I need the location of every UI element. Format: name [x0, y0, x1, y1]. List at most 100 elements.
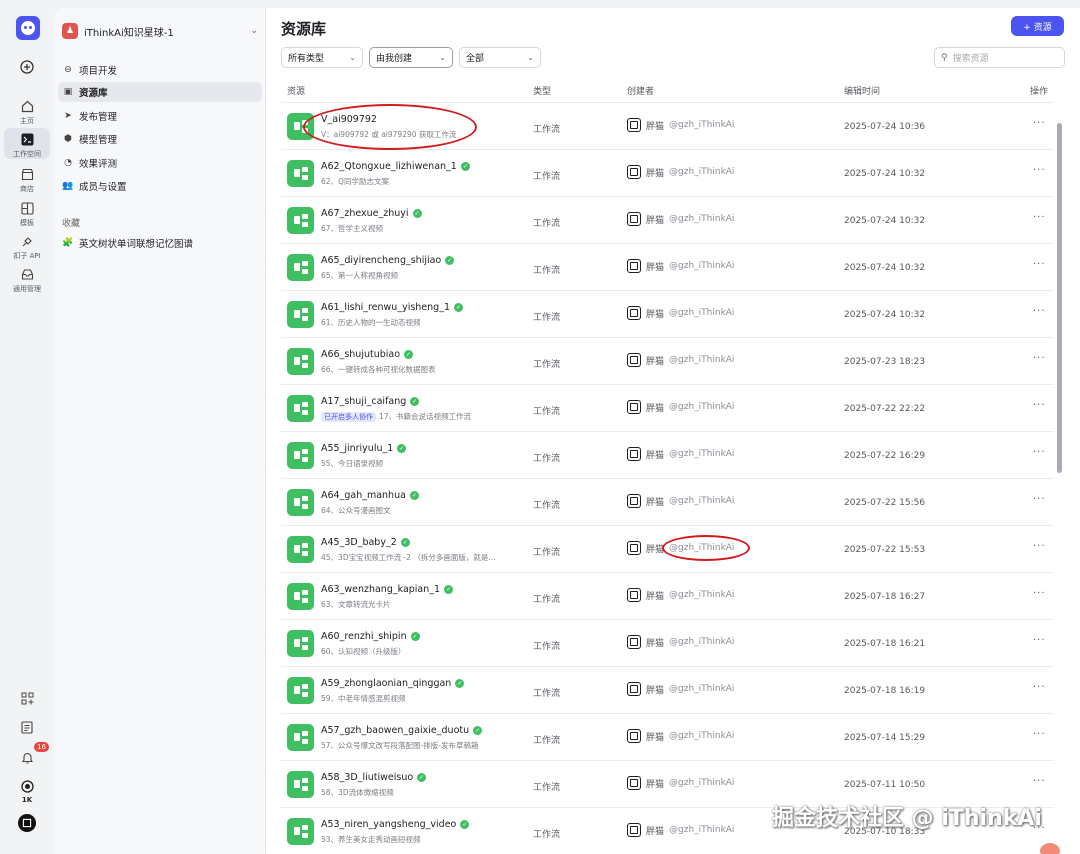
page-title: 资源库	[281, 20, 327, 38]
type-filter[interactable]: 所有类型 ⌄	[281, 47, 363, 68]
more-actions-icon[interactable]: ···	[1033, 306, 1046, 317]
rail-templates[interactable]: 模板	[4, 199, 50, 228]
resource-name-text: A63_wenzhang_kapian_1	[321, 584, 441, 595]
creator-name: 胖猫	[646, 685, 665, 696]
resource-name-text: A58_3D_liutiweisuo	[321, 772, 414, 783]
creator-name: 胖猫	[646, 215, 665, 226]
verified-check-icon: ✓	[404, 350, 414, 359]
status-filter[interactable]: 全部 ⌄	[459, 47, 541, 68]
rail-store[interactable]: 商店	[4, 165, 50, 194]
more-actions-icon[interactable]: ···	[1033, 588, 1046, 599]
more-actions-icon[interactable]: ···	[1033, 400, 1046, 411]
creator-avatar-icon	[627, 165, 641, 179]
more-actions-icon[interactable]: ···	[1033, 118, 1046, 129]
table-row[interactable]: A60_renzhi_shipin ✓ 60、认知视频（升级版） 工作流 胖猫 …	[281, 620, 1054, 667]
more-actions-icon[interactable]: ···	[1033, 353, 1046, 364]
edited-time: 2025-07-18 16:21	[844, 639, 926, 649]
resource-desc-text: 55、今日语录视频	[321, 459, 384, 468]
rail-api[interactable]: 扣子 API	[4, 232, 50, 261]
creator-handle: @gzh_iThinkAi	[669, 261, 735, 271]
edited-time: 2025-07-24 10:32	[844, 169, 926, 179]
rail-workspace[interactable]: 工作空间	[4, 128, 50, 159]
table-row[interactable]: A55_jinriyulu_1 ✓ 55、今日语录视频 工作流 胖猫 @gzh_…	[281, 432, 1054, 479]
nav-models[interactable]: ⬢ 模型管理	[58, 129, 262, 149]
more-actions-icon[interactable]: ···	[1033, 494, 1046, 505]
docs-button[interactable]	[4, 718, 50, 736]
more-actions-icon[interactable]: ···	[1033, 447, 1046, 458]
resource-name: A59_zhonglaonian_qinggan ✓	[321, 678, 465, 689]
more-actions-icon[interactable]: ···	[1033, 259, 1046, 270]
creator-name: 胖猫	[646, 121, 665, 132]
more-actions-icon[interactable]: ···	[1033, 729, 1046, 740]
col-actions: 操作	[1030, 87, 1049, 97]
space-name: iThinkAi知识星球-1	[84, 27, 174, 39]
resource-desc: 57、公众号爆文改写段落配图-排版-发布草稿箱	[321, 740, 478, 751]
table-row[interactable]: A57_gzh_baowen_gaixie_duotu ✓ 57、公众号爆文改写…	[281, 714, 1054, 761]
creator-handle: @gzh_iThinkAi	[669, 120, 735, 130]
table-row[interactable]: A63_wenzhang_kapian_1 ✓ 63、文章转流光卡片 工作流 胖…	[281, 573, 1054, 620]
credits-button[interactable]: 1K	[4, 777, 50, 804]
resource-name-text: A64_gah_manhua	[321, 490, 406, 501]
edited-time: 2025-07-11 10:50	[844, 780, 926, 790]
resource-desc-text: 45、3D宝宝视频工作流 -2 （拆分多画面版，就是...	[321, 553, 496, 562]
resource-name-text: A55_jinriyulu_1	[321, 443, 394, 454]
resource-name-text: A45_3D_baby_2	[321, 537, 397, 548]
rail-admin-label: 通用管理	[13, 285, 41, 293]
table-row[interactable]: A61_lishi_renwu_yisheng_1 ✓ 61、历史人物的一生动态…	[281, 291, 1054, 338]
creator-name: 胖猫	[646, 450, 665, 461]
workflow-icon	[287, 489, 314, 516]
resource-type: 工作流	[533, 548, 561, 558]
resource-name: A58_3D_liutiweisuo ✓	[321, 772, 427, 783]
more-actions-icon[interactable]: ···	[1033, 165, 1046, 176]
creator-handle: @gzh_iThinkAi	[669, 637, 735, 647]
create-button[interactable]	[4, 58, 50, 76]
table-row[interactable]: A67_zhexue_zhuyi ✓ 67、哲学主义视频 工作流 胖猫 @gzh…	[281, 197, 1054, 244]
resource-desc-text: 62、Q同学励志文案	[321, 177, 389, 186]
table-row[interactable]: A62_Qtongxue_lizhiwenan_1 ✓ 62、Q同学励志文案 工…	[281, 150, 1054, 197]
creator-filter[interactable]: 由我创建 ⌄	[369, 47, 453, 68]
table-row[interactable]: A64_gah_manhua ✓ 64、公众号漫画图文 工作流 胖猫 @gzh_…	[281, 479, 1054, 526]
more-actions-icon[interactable]: ···	[1033, 682, 1046, 693]
rail-home[interactable]: 主页	[4, 97, 50, 126]
search-input[interactable]: ⚲ 搜索资源	[934, 47, 1065, 68]
resource-desc: 58、3D流体微缩视频	[321, 787, 394, 798]
creator-handle: @gzh_iThinkAi	[669, 167, 735, 177]
verified-check-icon: ✓	[409, 491, 419, 500]
nav-library[interactable]: ▣ 资源库	[58, 82, 262, 102]
nav-project-dev[interactable]: ⊖ 项目开发	[58, 60, 262, 80]
nav-publish[interactable]: ➤ 发布管理	[58, 106, 262, 126]
apps-button[interactable]	[4, 689, 50, 707]
creator-avatar-icon	[627, 400, 641, 414]
favorite-item[interactable]: 🧩 英文树状单词联想记忆图谱	[58, 233, 262, 253]
table-row[interactable]: A59_zhonglaonian_qinggan ✓ 59、中老年情感混剪视频 …	[281, 667, 1054, 714]
resource-creator: 胖猫 @gzh_iThinkAi	[627, 682, 734, 696]
chevron-down-icon: ⌄	[349, 53, 356, 62]
more-actions-icon[interactable]: ···	[1033, 541, 1046, 552]
space-selector[interactable]: ♟ iThinkAi知识星球-1 ⌄	[62, 20, 258, 42]
app-logo-icon[interactable]	[16, 16, 40, 40]
resource-name: A17_shuji_caifang ✓	[321, 396, 420, 407]
add-resource-button[interactable]: + 资源	[1011, 16, 1064, 36]
resource-name-text: A17_shuji_caifang	[321, 396, 407, 407]
table-row[interactable]: A66_shujutubiao ✓ 66、一键转成各种可视化数据图表 工作流 胖…	[281, 338, 1054, 385]
creator-handle: @gzh_iThinkAi	[669, 402, 735, 412]
more-actions-icon[interactable]: ···	[1033, 635, 1046, 646]
rail-home-label: 主页	[20, 117, 34, 125]
creator-avatar-icon	[627, 729, 641, 743]
more-actions-icon[interactable]: ···	[1033, 776, 1046, 787]
watermark: 掘金技术社区 @ iThinkAi	[772, 806, 1042, 831]
more-actions-icon[interactable]: ···	[1033, 212, 1046, 223]
nav-evaluation[interactable]: ◔ 效果评测	[58, 153, 262, 173]
scrollbar[interactable]	[1057, 123, 1062, 473]
rail-admin[interactable]: 通用管理	[4, 265, 50, 294]
table-row[interactable]: A65_diyirencheng_shijiao ✓ 65、第一人称视角视频 工…	[281, 244, 1054, 291]
notifications-button[interactable]: 16	[4, 742, 50, 766]
nav-members[interactable]: 👥 成员与设置	[58, 176, 262, 196]
library-icon: ▣	[63, 87, 73, 97]
user-avatar[interactable]	[4, 814, 50, 832]
resource-name: A67_zhexue_zhuyi ✓	[321, 208, 422, 219]
table-row[interactable]: A17_shuji_caifang ✓ 已开启多人协作 17、书籍会说话视频工作流…	[281, 385, 1054, 432]
resource-desc-text: 59、中老年情感混剪视频	[321, 694, 406, 703]
annotation-ellipse	[303, 104, 477, 150]
resource-desc: 45、3D宝宝视频工作流 -2 （拆分多画面版，就是...	[321, 552, 496, 563]
